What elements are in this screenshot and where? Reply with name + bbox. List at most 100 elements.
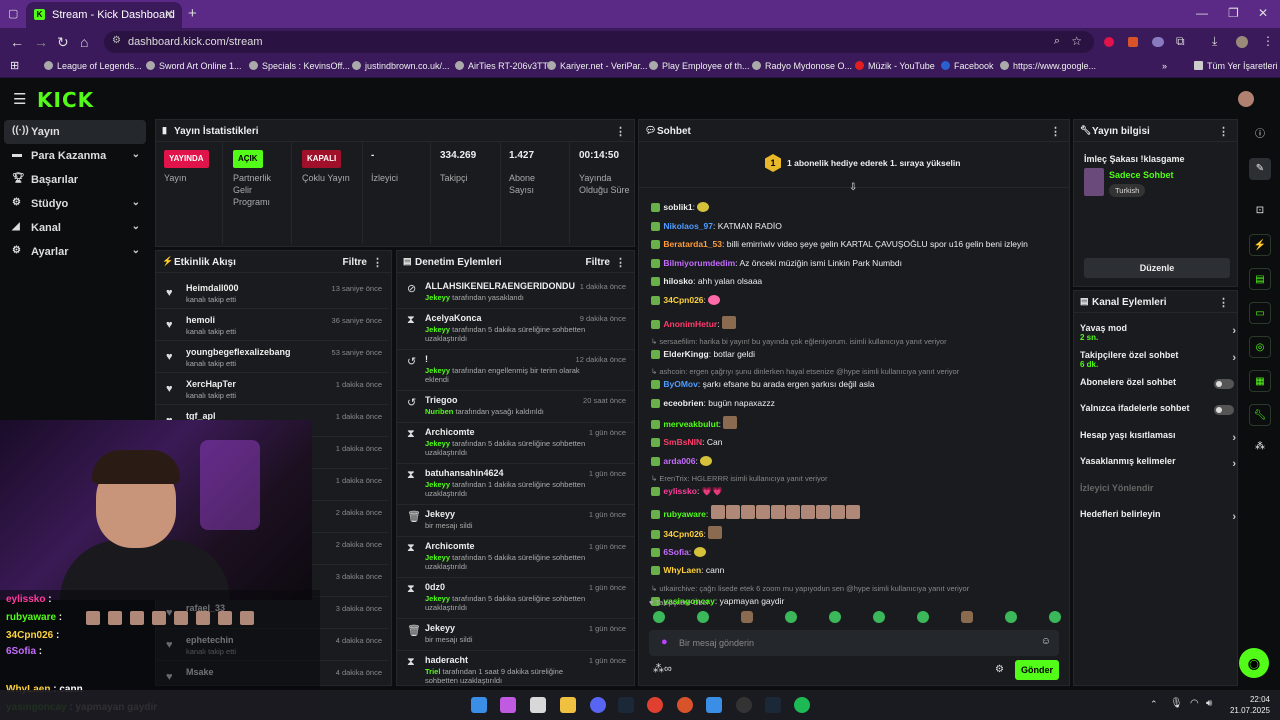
extension-cloud-icon[interactable]: [1152, 37, 1164, 47]
activity-row[interactable]: ♥ XercHapTer kanalı takip etti 1 dakika …: [156, 373, 388, 405]
moderation-row[interactable]: ⧗ 0dz0 Jekeyy tarafından 5 dakika süreli…: [397, 578, 634, 619]
activity-row[interactable]: ♥ Heimdall000 kanalı takip etti 13 saniy…: [156, 277, 388, 309]
moderation-row[interactable]: 🗑︎ Jekeyy bir mesajı sildi 1 gün önce: [397, 505, 634, 537]
download-icon[interactable]: ⤓: [1212, 34, 1217, 49]
browser-icon[interactable]: [677, 697, 693, 713]
steam-app-icon[interactable]: [765, 697, 781, 713]
moderation-row[interactable]: ⧗ haderacht Triel tarafından 1 saat 9 da…: [397, 651, 634, 685]
new-tab-icon[interactable]: +: [188, 5, 197, 22]
note-icon[interactable]: ▤: [1249, 268, 1271, 290]
sidebar-item-para-kazanma[interactable]: ▬ Para Kazanma ⌄: [4, 144, 146, 168]
bookmark-item[interactable]: Sword Art Online 1...: [146, 61, 242, 71]
all-bookmarks[interactable]: Tüm Yer İşaretleri: [1194, 61, 1278, 71]
edit-button[interactable]: Düzenle: [1084, 258, 1230, 278]
extensions-icon[interactable]: ⧉: [1176, 34, 1185, 49]
volume-icon[interactable]: 🔊︎: [1206, 698, 1212, 709]
more-bookmarks-icon[interactable]: »: [1162, 61, 1167, 71]
sidebar-item-yayin[interactable]: ((·)) Yayın: [4, 120, 146, 144]
discord-icon[interactable]: [590, 697, 606, 713]
more-options-icon[interactable]: ⋮: [372, 256, 383, 269]
calendar-icon[interactable]: ▦: [1249, 370, 1271, 392]
help-chat-icon[interactable]: ◉: [1239, 648, 1269, 678]
site-info-icon[interactable]: ⚙: [112, 35, 121, 46]
focus-icon[interactable]: ⊡: [1249, 200, 1271, 222]
channel-action-row[interactable]: Yalnızca ifadelerle sohbet: [1080, 403, 1236, 416]
more-options-icon[interactable]: ⋮: [615, 256, 626, 269]
emoji-picker-icon[interactable]: ☺: [1041, 636, 1051, 647]
chat-users-icon[interactable]: ⁂∞: [653, 662, 672, 675]
maximize-icon[interactable]: ❐: [1228, 6, 1239, 20]
copilot-icon[interactable]: [500, 697, 516, 713]
more-options-icon[interactable]: ⋮: [1050, 125, 1061, 138]
browser-tab[interactable]: K Stream - Kick Dashboard ✕: [26, 2, 182, 28]
moderation-row[interactable]: ↺ Triegoo Nuriben tarafından yasağı kald…: [397, 391, 634, 423]
moderation-row[interactable]: ⧗ AcelyaKonca Jekeyy tarafından 5 dakika…: [397, 309, 634, 350]
more-options-icon[interactable]: ⋮: [1218, 296, 1229, 309]
users-icon[interactable]: ⁂: [1249, 436, 1271, 458]
mic-tray-icon[interactable]: 🎙︎: [1170, 698, 1183, 709]
pin-down-icon[interactable]: ⇩: [849, 182, 857, 193]
forward-icon[interactable]: →: [34, 34, 48, 50]
reload-icon[interactable]: ↻: [57, 34, 69, 51]
taskbar-clock[interactable]: 22:04 21.07.2025: [1230, 694, 1270, 716]
file-explorer-icon[interactable]: [560, 697, 576, 713]
xbox-icon[interactable]: [736, 697, 752, 713]
kick-logo[interactable]: KICK: [37, 88, 94, 112]
activity-row[interactable]: ♥ hemoli kanalı takip etti 36 saniye önc…: [156, 309, 388, 341]
photos-icon[interactable]: [706, 697, 722, 713]
mic-icon[interactable]: ●: [661, 636, 668, 648]
sidebar-item-studyo[interactable]: ⚙ Stüdyo ⌄: [4, 192, 146, 216]
channel-action-row[interactable]: Abonelere özel sohbet: [1080, 377, 1236, 389]
hamburger-menu-icon[interactable]: ☰: [13, 90, 26, 108]
back-icon[interactable]: ←: [10, 34, 24, 50]
emote-icon[interactable]: [873, 611, 885, 623]
channel-action-row[interactable]: Yasaklanmış kelimeler ›: [1080, 456, 1236, 470]
sidebar-item-ayarlar[interactable]: ⚙ Ayarlar ⌄: [4, 240, 146, 264]
send-button[interactable]: Gönder: [1015, 660, 1059, 680]
pencil-icon[interactable]: ✎: [1249, 158, 1271, 180]
filter-button[interactable]: Filtre: [586, 257, 610, 268]
close-window-icon[interactable]: ✕: [1258, 6, 1268, 20]
start-icon[interactable]: [471, 697, 487, 713]
bookmark-item[interactable]: League of Legends...: [44, 61, 142, 71]
moderation-row[interactable]: ↺ ! Jekeyy tarafından engellenmiş bir te…: [397, 350, 634, 391]
info-icon[interactable]: ⓘ: [1249, 124, 1271, 146]
bookmark-item[interactable]: Kariyer.net - VeriPar...: [547, 61, 648, 71]
bookmark-item[interactable]: Facebook: [941, 61, 994, 71]
steam-icon[interactable]: [618, 697, 634, 713]
bookmark-item[interactable]: Müzik - YouTube: [855, 61, 935, 71]
chat-input[interactable]: ● Bir mesaj gönderin ☺: [649, 630, 1059, 656]
channel-action-row[interactable]: Hedefleri belirleyin ›: [1080, 509, 1236, 523]
emote-icon[interactable]: [961, 611, 973, 623]
bookmark-item[interactable]: Radyo Mydonose O...: [752, 61, 852, 71]
toggle-switch[interactable]: [1214, 379, 1234, 389]
emote-icon[interactable]: [829, 611, 841, 623]
moderation-row[interactable]: ⧗ batuhansahin4624 Jekeyy tarafından 1 d…: [397, 464, 634, 505]
moderation-row[interactable]: ⊘ ALLAHSIKENELRAENGERIDONDU Jekeyy taraf…: [397, 277, 634, 309]
toggle-switch[interactable]: [1214, 405, 1234, 416]
emote-icon[interactable]: [697, 611, 709, 623]
emote-icon[interactable]: [1005, 611, 1017, 623]
tab-menu-icon[interactable]: ▢: [8, 7, 18, 20]
broadcast-signal-icon[interactable]: ◎: [1249, 336, 1271, 358]
home-icon[interactable]: ⌂: [80, 34, 88, 50]
zoom-icon[interactable]: ⌕: [1054, 35, 1060, 48]
browser-menu-icon[interactable]: ⋮: [1262, 34, 1274, 48]
channel-action-row[interactable]: Takipçilere özel sohbet 6 dk. ›: [1080, 350, 1236, 369]
store-icon[interactable]: [530, 697, 546, 713]
emote-icon[interactable]: [741, 611, 753, 623]
channel-action-row[interactable]: Yavaş mod 2 sn. ›: [1080, 323, 1236, 342]
chat-bubble-icon[interactable]: ▭: [1249, 302, 1271, 324]
tab-close-icon[interactable]: ✕: [164, 7, 174, 21]
apps-grid-icon[interactable]: ⊞: [10, 59, 19, 72]
emote-icon[interactable]: [653, 611, 665, 623]
wifi-icon[interactable]: ◠: [1190, 698, 1199, 709]
chat-settings-icon[interactable]: ⚙: [995, 664, 1004, 675]
more-options-icon[interactable]: ⋮: [1218, 125, 1229, 138]
sidebar-item-basarilar[interactable]: 🏆︎ Başarılar: [4, 168, 146, 192]
bookmark-item[interactable]: justindbrown.co.uk/...: [352, 61, 450, 71]
tray-chevron-icon[interactable]: ⌃: [1150, 699, 1158, 710]
lightning-icon[interactable]: ⚡: [1249, 234, 1271, 256]
url-input[interactable]: ⚙ dashboard.kick.com/stream ⌕ ☆: [104, 31, 1094, 53]
bookmark-item[interactable]: AirTies RT-206v3TT: [455, 61, 548, 71]
